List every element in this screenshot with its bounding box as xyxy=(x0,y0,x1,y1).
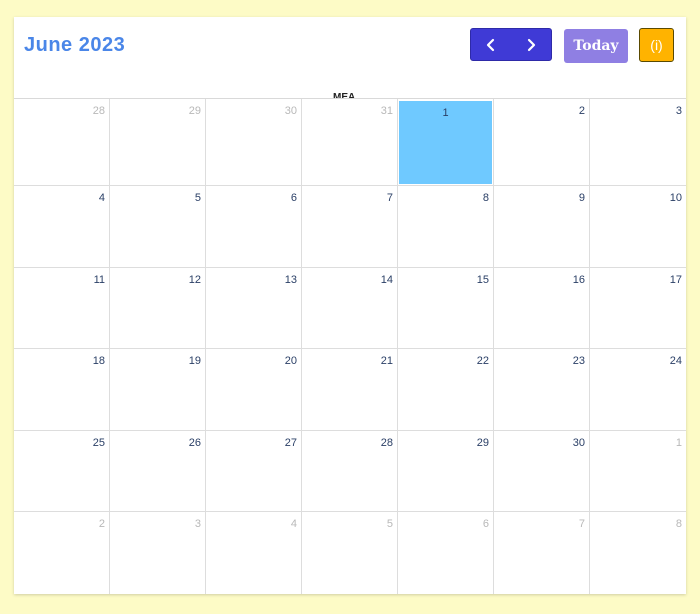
day-cell[interactable]: 24 xyxy=(590,349,686,431)
day-cell[interactable]: 8 xyxy=(398,186,494,268)
day-cell[interactable]: 22 xyxy=(398,349,494,431)
day-number: 15 xyxy=(476,273,489,286)
day-number: 28 xyxy=(380,436,393,449)
day-cell[interactable]: 11 xyxy=(14,267,110,350)
day-number: 6 xyxy=(290,192,297,204)
day-cell[interactable]: 7 xyxy=(302,186,398,268)
day-number: 6 xyxy=(482,518,489,531)
day-cell[interactable]: 31 xyxy=(302,99,398,186)
day-cell[interactable]: 6 xyxy=(398,512,494,594)
day-number: 2 xyxy=(578,105,585,117)
day-cell-today[interactable]: 1 xyxy=(398,99,494,186)
day-cell[interactable]: 4 xyxy=(14,186,110,268)
day-number: 18 xyxy=(92,355,105,368)
day-cell[interactable]: 7 xyxy=(494,512,590,594)
month-title: June 2023 xyxy=(24,34,126,56)
day-number: 17 xyxy=(669,273,682,286)
day-cell[interactable]: 2 xyxy=(14,512,110,594)
day-cell[interactable]: 25 xyxy=(14,430,110,513)
day-cell[interactable]: 1 xyxy=(590,431,686,513)
day-number: 29 xyxy=(188,105,201,117)
day-number: 5 xyxy=(386,518,393,531)
day-cell[interactable]: 14 xyxy=(302,267,398,350)
day-cell[interactable]: 30 xyxy=(494,430,590,513)
day-number: 8 xyxy=(675,518,682,531)
day-number: 8 xyxy=(482,192,489,204)
day-number: 26 xyxy=(188,436,201,449)
day-cell[interactable]: 23 xyxy=(494,349,590,431)
day-cell[interactable]: 29 xyxy=(398,430,494,513)
day-cell[interactable]: 3 xyxy=(590,99,686,186)
day-number: 25 xyxy=(92,436,105,449)
chevron-left-icon xyxy=(486,38,495,51)
day-number: 27 xyxy=(284,436,297,449)
day-cell[interactable]: 19 xyxy=(110,349,206,431)
calendar: June 2023 Today (i) MEA 28 29 30 31 1 2 3 4 5 6 7 8… xyxy=(14,17,686,594)
info-button[interactable]: (i) xyxy=(639,28,674,62)
day-number: 4 xyxy=(290,518,297,531)
prev-month-button[interactable] xyxy=(471,29,511,60)
day-number: 7 xyxy=(386,192,393,204)
day-number: 31 xyxy=(380,105,393,117)
day-number: 2 xyxy=(98,518,105,531)
day-cell[interactable]: 28 xyxy=(14,99,110,186)
day-number: 11 xyxy=(93,273,105,286)
day-cell[interactable]: 26 xyxy=(110,430,206,513)
day-cell[interactable]: 9 xyxy=(494,186,590,268)
day-cell[interactable]: 30 xyxy=(206,99,302,186)
day-cell[interactable]: 2 xyxy=(494,99,590,186)
day-cell[interactable]: 13 xyxy=(206,267,302,350)
day-cell[interactable]: 12 xyxy=(110,267,206,350)
day-cell[interactable]: 5 xyxy=(302,512,398,594)
day-number: 3 xyxy=(194,518,201,531)
day-number: 4 xyxy=(98,192,105,204)
day-number: 3 xyxy=(675,105,682,117)
day-number: 23 xyxy=(572,355,585,368)
day-cell[interactable]: 15 xyxy=(398,267,494,350)
today-button[interactable]: Today xyxy=(564,29,628,63)
day-number: 24 xyxy=(669,355,682,368)
day-number: 29 xyxy=(476,436,489,449)
day-number: 30 xyxy=(572,436,585,449)
day-cell[interactable]: 10 xyxy=(590,186,686,268)
day-number: 10 xyxy=(669,192,682,204)
day-cell[interactable]: 4 xyxy=(206,512,302,594)
day-number: 1 xyxy=(442,107,449,119)
day-number: 16 xyxy=(572,273,585,286)
day-cell[interactable]: 8 xyxy=(590,512,686,594)
day-cell[interactable]: 17 xyxy=(590,268,686,350)
day-number: 7 xyxy=(578,518,585,531)
day-number: 9 xyxy=(578,192,585,204)
day-number: 21 xyxy=(380,355,393,368)
day-number: 30 xyxy=(284,105,297,117)
chevron-right-icon xyxy=(527,38,536,51)
day-number: 1 xyxy=(675,436,682,449)
day-number: 22 xyxy=(476,355,489,368)
nav-button-group xyxy=(470,28,552,61)
day-cell[interactable]: 6 xyxy=(206,186,302,268)
day-cell[interactable]: 29 xyxy=(110,99,206,186)
next-month-button[interactable] xyxy=(511,29,551,60)
day-cell[interactable]: 16 xyxy=(494,267,590,350)
day-number: 28 xyxy=(92,105,105,117)
day-cell[interactable]: 20 xyxy=(206,349,302,431)
day-number: 14 xyxy=(380,273,393,286)
day-cell[interactable]: 28 xyxy=(302,430,398,513)
day-number: 5 xyxy=(194,192,201,204)
day-cell[interactable]: 3 xyxy=(110,512,206,594)
day-number: 12 xyxy=(188,273,201,286)
day-cell[interactable]: 21 xyxy=(302,349,398,431)
day-cell[interactable]: 5 xyxy=(110,186,206,268)
month-grid: 28 29 30 31 1 2 3 4 5 6 7 8 9 10 11 12 13 14 15 16 17 18 19 20 2… xyxy=(14,98,686,594)
day-number: 13 xyxy=(284,273,297,286)
day-number: 20 xyxy=(284,355,297,368)
day-number: 19 xyxy=(188,355,201,368)
day-cell[interactable]: 27 xyxy=(206,430,302,513)
day-cell[interactable]: 18 xyxy=(14,349,110,431)
